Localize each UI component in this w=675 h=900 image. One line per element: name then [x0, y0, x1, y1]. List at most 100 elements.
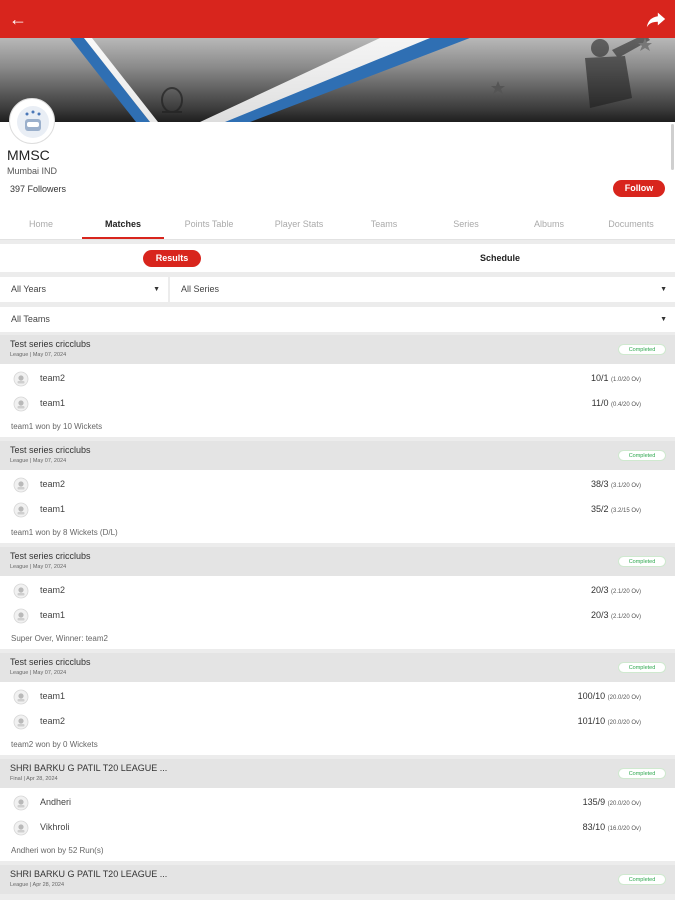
- score-value: 20/3: [590, 585, 609, 595]
- team-logo-icon: [13, 714, 29, 730]
- team-name: team2: [40, 585, 66, 595]
- match-meta: League | Apr 28, 2024: [10, 882, 65, 888]
- series-name: Test series cricclubs: [10, 657, 91, 667]
- team-row: team2 20/3 (2.1/20 Ov): [0, 581, 675, 601]
- arrow-left-icon[interactable]: ←: [6, 7, 30, 31]
- match-header: Test series cricclubs League | May 07, 20…: [0, 653, 675, 682]
- team-logo-icon: [13, 608, 29, 624]
- share-icon[interactable]: [645, 8, 667, 30]
- team-logo-icon: [13, 795, 29, 811]
- team-row: team1 11/0 (0.4/20 Ov): [0, 394, 675, 414]
- match-body: team2 38/3 (3.1/20 Ov) team1 35/2 (3.2/15 O…: [0, 470, 675, 543]
- club-logo: [9, 98, 55, 144]
- match-meta: League | May 07, 2024: [10, 352, 67, 358]
- years-dropdown-value: All Years: [11, 284, 47, 294]
- match-meta: League | May 07, 2024: [10, 564, 67, 570]
- team-score: 38/3 (3.1/20 Ov): [591, 479, 641, 489]
- club-profile: [0, 122, 675, 208]
- team-name: team1: [40, 691, 66, 701]
- score-value: 10/1: [590, 373, 609, 383]
- teams-dropdown-value: All Teams: [11, 314, 50, 324]
- team-row: team2 38/3 (3.1/20 Ov): [0, 475, 675, 495]
- team-score: 20/3 (2.1/20 Ov): [591, 585, 641, 595]
- tab-bar: Home Matches Points Table Player Stats T…: [0, 208, 675, 240]
- overs-value: (16.0/20 Ov): [607, 826, 641, 832]
- tab-home[interactable]: Home: [0, 208, 82, 240]
- results-button[interactable]: Results: [143, 250, 201, 267]
- team-row: Vikhroli 83/10 (16.0/20 Ov): [0, 818, 675, 838]
- chevron-down-icon: ▼: [660, 286, 667, 293]
- tab-albums[interactable]: Albums: [508, 208, 590, 240]
- scrollbar[interactable]: [671, 124, 674, 170]
- club-name: MMSC: [7, 147, 50, 163]
- match-result: team1 won by 8 Wickets (D/L): [11, 528, 118, 537]
- match-meta: League | May 07, 2024: [10, 670, 67, 676]
- match-body: team2 10/1 (1.0/20 Ov) team1 11/0 (0.4/20 O…: [0, 364, 675, 437]
- team-score: 11/0 (0.4/20 Ov): [592, 398, 641, 408]
- overs-value: (1.0/20 Ov): [610, 377, 641, 383]
- team-row: team1 20/3 (2.1/20 Ov): [0, 606, 675, 626]
- status-badge: Completed: [618, 450, 666, 461]
- match-meta: League | May 07, 2024: [10, 458, 67, 464]
- match-header: SHRI BARKU G PATIL T20 LEAGUE ... Final |…: [0, 759, 675, 788]
- status-badge: Completed: [618, 662, 666, 673]
- results-schedule-switch: Results Schedule: [0, 244, 675, 272]
- match-body: team1 100/10 (20.0/20 Ov) team2 101/10 (20.…: [0, 682, 675, 755]
- top-bar: ←: [0, 0, 675, 38]
- overs-value: (20.0/20 Ov): [607, 695, 641, 701]
- team-name: team1: [40, 610, 66, 620]
- team-score: 135/9 (20.0/20 Ov): [583, 797, 641, 807]
- series-name: Test series cricclubs: [10, 551, 91, 561]
- overs-value: (20.0/20 Ov): [607, 720, 641, 726]
- match-header: SHRI BARKU G PATIL T20 LEAGUE ... League …: [0, 865, 675, 894]
- cover-banner: [0, 38, 675, 122]
- team-row: team2 101/10 (20.0/20 Ov): [0, 712, 675, 732]
- status-badge: Completed: [618, 768, 666, 779]
- team-name: team2: [40, 716, 66, 726]
- follow-button[interactable]: Follow: [613, 180, 665, 197]
- chevron-down-icon: ▼: [660, 316, 667, 323]
- tab-points-table[interactable]: Points Table: [168, 208, 250, 240]
- overs-value: (3.2/15 Ov): [610, 508, 641, 514]
- team-row: team1 100/10 (20.0/20 Ov): [0, 687, 675, 707]
- years-dropdown[interactable]: All Years ▼: [0, 277, 168, 302]
- tab-player-stats[interactable]: Player Stats: [258, 208, 340, 240]
- team-name: team2: [40, 479, 66, 489]
- match-header: Test series cricclubs League | May 07, 20…: [0, 547, 675, 576]
- match-body: Andheri 135/9 (20.0/20 Ov) Vikhroli 83/10 (…: [0, 788, 675, 861]
- score-value: 35/2: [590, 504, 609, 514]
- match-result: Andheri won by 52 Run(s): [11, 846, 104, 855]
- overs-value: (0.4/20 Ov): [610, 402, 641, 408]
- team-row: team1 35/2 (3.2/15 Ov): [0, 500, 675, 520]
- series-dropdown[interactable]: All Series ▼: [170, 277, 675, 302]
- status-badge: Completed: [618, 874, 666, 885]
- team-name: team1: [40, 398, 66, 408]
- team-name: Andheri: [40, 797, 72, 807]
- tab-matches[interactable]: Matches: [82, 208, 164, 240]
- team-logo-icon: [13, 396, 29, 412]
- team-logo-icon: [13, 583, 29, 599]
- series-name: SHRI BARKU G PATIL T20 LEAGUE ...: [10, 763, 168, 773]
- team-score: 20/3 (2.1/20 Ov): [591, 610, 641, 620]
- match-result: Super Over, Winner: team2: [11, 634, 108, 643]
- team-score: 35/2 (3.2/15 Ov): [591, 504, 641, 514]
- match-result: team1 won by 10 Wickets: [11, 422, 103, 431]
- match-header: Test series cricclubs League | May 07, 20…: [0, 441, 675, 470]
- score-value: 11/0: [591, 398, 609, 408]
- overs-value: (20.0/20 Ov): [607, 801, 641, 807]
- team-logo-icon: [13, 371, 29, 387]
- team-score: 10/1 (1.0/20 Ov): [591, 373, 641, 383]
- team-logo-icon: [13, 689, 29, 705]
- team-logo-icon: [13, 502, 29, 518]
- score-value: 83/10: [582, 822, 606, 832]
- teams-dropdown[interactable]: All Teams ▼: [0, 307, 675, 332]
- team-name: team2: [40, 373, 66, 383]
- tab-documents[interactable]: Documents: [590, 208, 672, 240]
- series-name: Test series cricclubs: [10, 339, 91, 349]
- tab-series[interactable]: Series: [425, 208, 507, 240]
- score-value: 38/3: [590, 479, 609, 489]
- schedule-button[interactable]: Schedule: [462, 250, 538, 267]
- status-badge: Completed: [618, 344, 666, 355]
- match-body: team2 20/3 (2.1/20 Ov) team1 20/3 (2.1/20 O…: [0, 576, 675, 649]
- tab-teams[interactable]: Teams: [343, 208, 425, 240]
